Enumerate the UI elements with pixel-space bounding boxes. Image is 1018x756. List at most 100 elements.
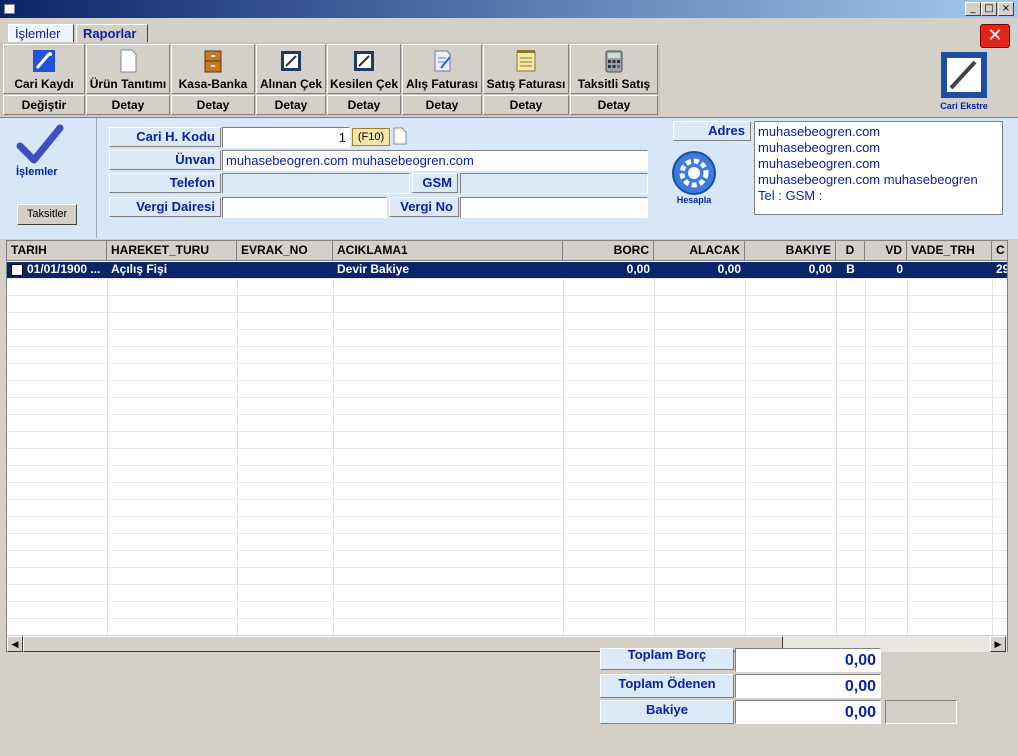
close-window-button[interactable]: × <box>998 2 1014 16</box>
pen-paper-icon <box>281 51 301 71</box>
cell-borc: 0,00 <box>626 262 650 276</box>
kasa-banka-label: Kasa-Banka <box>178 77 248 91</box>
kesilen-cek-button[interactable]: Kesilen Çek <box>327 44 401 94</box>
cari-ekstre-label: Cari Ekstre <box>940 101 988 111</box>
minimize-button[interactable]: _ <box>965 2 981 16</box>
column-header-d[interactable]: D <box>836 241 865 261</box>
vergi-dairesi-field[interactable] <box>222 197 387 218</box>
cell-bakiye: 0,00 <box>808 262 832 276</box>
cari-kaydi-button[interactable]: Cari Kaydı <box>3 44 85 94</box>
new-document-icon[interactable] <box>392 127 408 145</box>
close-form-icon[interactable]: ✕ <box>980 24 1010 48</box>
cabinet-icon <box>204 50 222 73</box>
adres-label: Adres <box>673 121 751 141</box>
gear-icon <box>672 151 716 195</box>
alinan-cek-detay-button[interactable]: Detay <box>256 95 326 115</box>
gsm-field[interactable] <box>460 173 648 194</box>
taksitler-button[interactable]: Taksitler <box>17 204 77 225</box>
kasa-banka-button[interactable]: Kasa-Banka <box>171 44 255 94</box>
cari-kodu-field[interactable]: 1 <box>222 127 350 148</box>
cell-hareket-turu: Açılış Fişi <box>111 262 168 276</box>
tab-islemler[interactable]: İşlemler <box>8 24 74 43</box>
calculator-icon <box>605 50 623 73</box>
cell-c: 29 <box>996 262 1007 276</box>
alinan-cek-label: Alınan Çek <box>259 77 322 91</box>
alis-faturasi-label: Alış Faturası <box>405 77 479 91</box>
satis-faturasi-button[interactable]: Satış Faturası <box>483 44 569 94</box>
column-header-borc[interactable]: BORC <box>563 241 654 261</box>
tab-strip <box>0 18 1018 42</box>
toplam-borc-label: Toplam Borç <box>600 648 734 670</box>
hareket-grid[interactable]: TARIH HAREKET_TURU EVRAK_NO ACIKLAMA1 BO… <box>6 240 1008 652</box>
cell-evrak-no <box>237 262 333 278</box>
unvan-field[interactable]: muhasebeogren.com muhasebeogren.com <box>222 150 648 171</box>
wand-icon <box>33 50 55 72</box>
notepad-icon <box>516 50 536 72</box>
cari-kodu-label: Cari H. Kodu <box>109 127 221 147</box>
scroll-left-button[interactable]: ◀ <box>7 636 23 652</box>
cari-kaydi-degistir-button[interactable]: Değiştir <box>3 95 85 115</box>
cari-ekstre-button[interactable]: Cari Ekstre <box>938 50 990 112</box>
alinan-cek-button[interactable]: Alınan Çek <box>256 44 326 94</box>
adres-line: muhasebeogren.com <box>758 140 881 155</box>
cell-vade-trh <box>907 262 992 278</box>
cell-vd: 0 <box>896 262 903 276</box>
column-header-bakiye[interactable]: BAKIYE <box>745 241 836 261</box>
gsm-label: GSM <box>412 173 458 193</box>
column-header-alacak[interactable]: ALACAK <box>654 241 745 261</box>
cari-kaydi-label: Cari Kaydı <box>14 77 74 91</box>
cell-aciklama1: Devir Bakiye <box>337 262 410 276</box>
f10-button[interactable]: (F10) <box>352 128 390 146</box>
adres-line: muhasebeogren.com muhasebeogren <box>758 172 978 187</box>
cell-alacak: 0,00 <box>717 262 741 276</box>
tab-raporlar[interactable]: Raporlar <box>76 24 148 43</box>
app-icon <box>4 4 15 14</box>
column-header-c[interactable]: C <box>992 241 1007 261</box>
column-header-tarih[interactable]: TARIH <box>7 241 107 261</box>
adres-line: muhasebeogren.com <box>758 124 881 139</box>
document-icon <box>120 49 137 73</box>
taksitli-satis-detay-button[interactable]: Detay <box>570 95 658 115</box>
cell-d: B <box>846 262 855 276</box>
pen-paper-icon <box>354 51 374 71</box>
cell-tarih: 01/01/1900 ... <box>27 262 101 276</box>
satis-faturasi-detay-button[interactable]: Detay <box>483 95 569 115</box>
toplam-odenen-label: Toplam Ödenen <box>600 674 734 698</box>
bakiye-status-box <box>885 700 957 724</box>
vergi-no-label: Vergi No <box>389 197 459 217</box>
hesapla-label: Hesapla <box>676 195 712 205</box>
maximize-button[interactable]: □ <box>981 2 997 16</box>
alis-faturasi-detay-button[interactable]: Detay <box>402 95 482 115</box>
alis-faturasi-button[interactable]: Alış Faturası <box>402 44 482 94</box>
bakiye-value: 0,00 <box>735 700 881 724</box>
urun-tanitimi-detay-button[interactable]: Detay <box>86 95 170 115</box>
column-header-aciklama1[interactable]: ACIKLAMA1 <box>333 241 563 261</box>
scroll-right-button[interactable]: ▶ <box>990 636 1006 652</box>
kesilen-cek-label: Kesilen Çek <box>329 77 399 91</box>
hesapla-button[interactable]: Hesapla <box>669 150 719 210</box>
column-header-vade-trh[interactable]: VADE_TRH <box>907 241 992 261</box>
urun-tanitimi-label: Ürün Tanıtımı <box>89 77 167 91</box>
urun-tanitimi-button[interactable]: Ürün Tanıtımı <box>86 44 170 94</box>
telefon-label: Telefon <box>109 173 221 193</box>
islemler-label: İşlemler <box>16 166 58 178</box>
vergi-no-field[interactable] <box>460 197 648 218</box>
row-checkbox[interactable] <box>11 264 23 276</box>
window-title-bar <box>0 0 1018 18</box>
column-header-vd[interactable]: VD <box>865 241 907 261</box>
adres-line: muhasebeogren.com <box>758 156 881 171</box>
kasa-banka-detay-button[interactable]: Detay <box>171 95 255 115</box>
toplam-odenen-value: 0,00 <box>735 674 881 698</box>
taksitli-satis-button[interactable]: Taksitli Satış <box>570 44 658 94</box>
kesilen-cek-detay-button[interactable]: Detay <box>327 95 401 115</box>
edit-document-icon <box>434 50 451 72</box>
pen-paper-icon <box>941 52 987 98</box>
telefon-field[interactable] <box>222 173 410 194</box>
adres-field[interactable]: muhasebeogren.com muhasebeogren.com muha… <box>754 121 1003 215</box>
checkmark-icon[interactable] <box>16 124 64 164</box>
column-header-evrak-no[interactable]: EVRAK_NO <box>237 241 333 261</box>
taksitli-satis-label: Taksitli Satış <box>577 77 651 91</box>
satis-faturasi-label: Satış Faturası <box>486 77 566 91</box>
unvan-label: Ünvan <box>109 150 221 170</box>
column-header-hareket-turu[interactable]: HAREKET_TURU <box>107 241 237 261</box>
